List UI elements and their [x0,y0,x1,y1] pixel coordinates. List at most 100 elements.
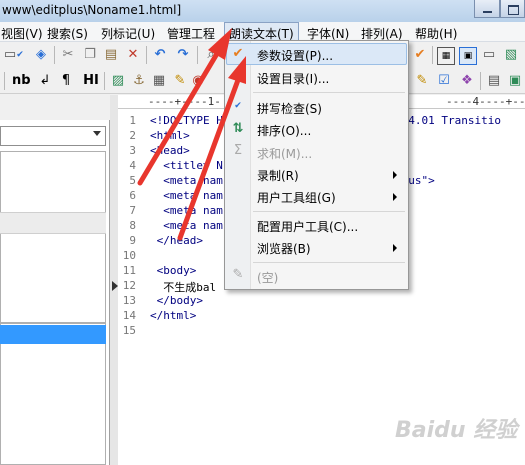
color-icon[interactable]: ◉ [190,73,206,89]
line-number: 5 [129,174,136,187]
line-number: 9 [129,234,136,247]
toolbar-separator [146,46,147,64]
submenu-arrow-icon [393,244,397,252]
menu-item-empty: (空) [257,271,279,285]
line-number: 3 [129,144,136,157]
menu-item-sort[interactable]: 排序(O)... [257,122,311,139]
line-number: 6 [129,189,136,202]
anchor-icon[interactable]: ⚓ [131,73,147,89]
directory-window-icon[interactable]: ▣ [459,47,477,65]
menu-separator [253,211,405,212]
menu-item-browser[interactable]: 浏览器(B) [257,240,311,257]
code-line[interactable]: <title> N [150,159,223,172]
menu-item-configure-user-tools[interactable]: 配置用户工具(C)... [257,218,358,235]
wrench-icon: ✎ [232,267,244,282]
toolbar-separator [54,46,55,64]
line-number: 4 [129,159,136,172]
edit-icon[interactable]: ✎ [414,73,430,89]
line-break-icon[interactable]: ↲ [37,73,53,89]
menu-item-user-tool-groups[interactable]: 用户工具组(G) [257,189,336,206]
redo-icon[interactable]: ↷ [175,47,191,63]
toolbar-separator [432,46,433,64]
paste-icon[interactable]: ▤ [103,47,119,63]
baidu-watermark: Baidu 经验 [395,418,518,443]
code-line[interactable]: </body> [150,294,203,307]
code-line[interactable]: <meta nam [150,204,223,217]
line-number: 13 [122,294,136,307]
maximize-button[interactable] [500,0,525,18]
line-number: 10 [122,249,136,262]
heading-button[interactable]: HI [82,73,100,89]
preview-icon[interactable]: ▤ [486,73,502,89]
spellcheck-icon[interactable]: ✔ [12,47,28,63]
line-number: 8 [129,219,136,232]
menu-search[interactable]: 搜索(S) [47,25,88,42]
menu-project[interactable]: 管理工程 [167,25,215,42]
spellcheck-icon: ✔ [234,101,242,111]
copy-icon[interactable]: ❐ [82,47,98,63]
drive-select[interactable] [0,126,106,146]
folder-tree[interactable] [0,151,106,323]
code-line[interactable]: </head> [150,234,203,247]
submenu-arrow-icon [393,171,397,179]
line-number: 15 [122,324,136,337]
line-number: 12 [122,279,136,292]
menu-view[interactable]: 视图(V) [1,25,43,42]
menu-column-marker[interactable]: 列标记(U) [101,25,155,42]
check-icon[interactable]: ☑ [436,73,452,89]
find-icon[interactable]: ⌕ [203,47,219,63]
line-number: 1 [129,114,136,127]
chevron-down-icon[interactable] [93,131,101,136]
checkmark-icon: ✔ [232,46,244,61]
menu-help[interactable]: 帮助(H) [415,25,457,42]
cliptext-icon[interactable]: ▧ [503,47,519,63]
menu-item-record[interactable]: 录制(R) [257,167,299,184]
code-line[interactable]: 不生成bal [150,279,216,295]
code-line[interactable]: <meta nam [150,189,223,202]
menu-icon-column [225,41,251,289]
tools-icon[interactable]: ❖ [459,73,475,89]
nbsp-button[interactable]: nb [12,73,31,89]
line-number: 7 [129,204,136,217]
code-line[interactable]: <head> [150,144,190,157]
undo-icon[interactable]: ↶ [152,47,168,63]
paragraph-button[interactable]: ¶ [58,73,74,89]
line-number: 14 [122,309,136,322]
delete-icon[interactable]: ✕ [125,47,141,63]
toolbar-separator [480,72,481,90]
file-list-selected-item[interactable] [0,325,106,344]
editor-gutter [110,95,118,465]
window-title: www\editplus\Noname1.html] [2,3,182,17]
line-number: 11 [122,264,136,277]
toolbar-separator [4,72,5,90]
toolbar-separator [197,46,198,64]
sort-icon: ⇅ [232,121,244,136]
pencil-icon[interactable]: ✎ [172,73,188,89]
menu-separator [253,262,405,263]
line-number: 2 [129,129,136,142]
menu-item-sum: 求和(M)... [257,147,313,161]
code-line[interactable]: <body> [150,264,197,277]
menu-item-configure-directories[interactable]: 设置目录(I)... [257,70,329,87]
layout-icon[interactable]: ▦ [437,47,455,65]
submenu-arrow-icon [393,193,397,201]
output-window-icon[interactable]: ▭ [481,47,497,63]
menu-separator [253,92,405,93]
menu-item-spell-check[interactable]: 拼写检查(S) [257,100,322,117]
table-icon[interactable]: ▦ [151,73,167,89]
full-screen-icon[interactable]: ▣ [507,73,523,89]
code-line[interactable]: </html> [150,309,196,322]
menu-item-preferences[interactable]: 参数设置(P)... [257,47,333,64]
browser-preview-icon[interactable]: ◈ [33,47,49,63]
code-line[interactable]: <html> [150,129,190,142]
folder-tree-divider [0,212,106,234]
file-list[interactable] [0,323,106,465]
directory-pane-tabs [0,95,110,120]
minimize-button[interactable] [474,0,500,18]
cut-icon[interactable]: ✂ [60,47,76,63]
image-icon[interactable]: ▨ [110,73,126,89]
toolbar-separator [104,72,105,90]
menu-bar: 视图(V) 搜索(S) 列标记(U) 管理工程 朗读文本(T) 字体(N) 排列… [0,22,525,42]
sum-icon: Σ [233,143,243,158]
checkmark-icon[interactable]: ✔ [412,47,428,63]
